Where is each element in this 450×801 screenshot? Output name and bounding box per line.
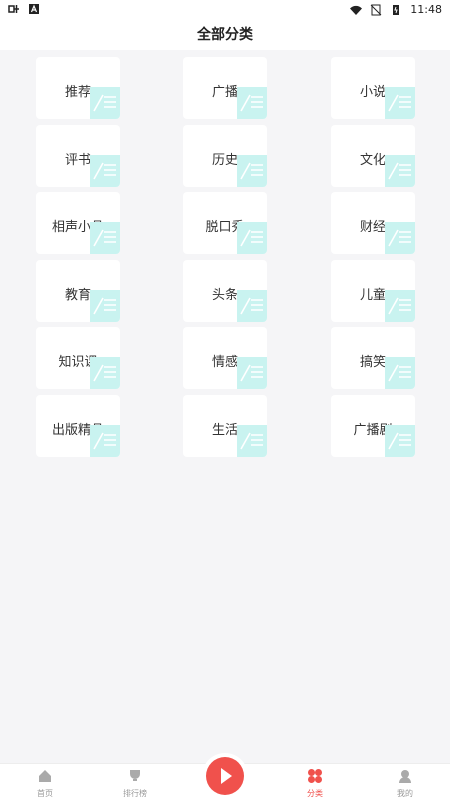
app-notification-icon <box>8 5 19 13</box>
category-decoration-icon <box>90 357 120 389</box>
category-tile[interactable]: 出版精品 <box>36 394 120 457</box>
category-tile[interactable]: 搞笑 <box>331 327 415 389</box>
play-button[interactable] <box>206 757 244 795</box>
category-tile[interactable]: 财经 <box>331 192 415 254</box>
category-tile[interactable]: 教育 <box>36 259 120 322</box>
category-tile[interactable]: 推荐 <box>36 57 120 119</box>
category-decoration-icon <box>237 424 267 457</box>
category-decoration-icon <box>385 357 415 389</box>
status-right: 11:48 <box>350 3 442 16</box>
category-decoration-icon <box>90 154 120 187</box>
category-tile[interactable]: 儿童 <box>331 259 415 322</box>
category-decoration-icon <box>237 357 267 389</box>
category-icon <box>308 769 322 783</box>
tab-ranking[interactable]: 排行榜 <box>105 768 165 799</box>
category-decoration-icon <box>237 222 267 254</box>
tab-category[interactable]: 分类 <box>285 768 345 799</box>
tab-home[interactable]: 首页 <box>15 768 75 799</box>
category-decoration-icon <box>90 289 120 322</box>
category-decoration-icon <box>90 87 120 119</box>
category-decoration-icon <box>237 87 267 119</box>
tab-profile-label: 我的 <box>397 789 413 798</box>
page-title: 全部分类 <box>0 20 450 50</box>
category-tile[interactable]: 评书 <box>36 124 120 187</box>
category-tile[interactable]: 生活 <box>183 394 267 457</box>
category-decoration-icon <box>385 222 415 254</box>
a-notification-icon <box>29 4 39 14</box>
tab-profile[interactable]: 我的 <box>375 768 435 799</box>
tab-category-label: 分类 <box>307 789 323 798</box>
category-decoration-icon <box>237 154 267 187</box>
category-tile[interactable]: 广播剧 <box>331 394 415 457</box>
category-decoration-icon <box>90 222 120 254</box>
battery-icon <box>393 4 400 15</box>
category-tile[interactable]: 知识课 <box>36 327 120 389</box>
category-decoration-icon <box>385 289 415 322</box>
category-tile[interactable]: 历史 <box>183 124 267 187</box>
no-signal-icon <box>370 4 382 15</box>
status-time: 11:48 <box>410 3 442 16</box>
category-tile[interactable]: 头条 <box>183 259 267 322</box>
category-decoration-icon <box>385 87 415 119</box>
category-tile[interactable]: 脱口秀 <box>183 192 267 254</box>
category-tile[interactable]: 情感 <box>183 327 267 389</box>
status-left <box>8 3 40 15</box>
category-tile[interactable]: 小说 <box>331 57 415 119</box>
home-icon <box>39 770 51 782</box>
trophy-icon <box>130 770 140 781</box>
category-decoration-icon <box>385 424 415 457</box>
category-decoration-icon <box>237 289 267 322</box>
category-decoration-icon <box>90 424 120 457</box>
tab-ranking-label: 排行榜 <box>123 789 147 798</box>
profile-icon <box>399 770 411 783</box>
category-tile[interactable]: 广播 <box>183 57 267 119</box>
category-tile[interactable]: 相声小品 <box>36 192 120 254</box>
tab-home-label: 首页 <box>37 789 53 798</box>
category-decoration-icon <box>385 154 415 187</box>
play-icon <box>221 768 232 784</box>
status-bar: 11:48 <box>0 0 450 20</box>
category-tile[interactable]: 文化 <box>331 124 415 187</box>
wifi-icon <box>350 5 363 15</box>
